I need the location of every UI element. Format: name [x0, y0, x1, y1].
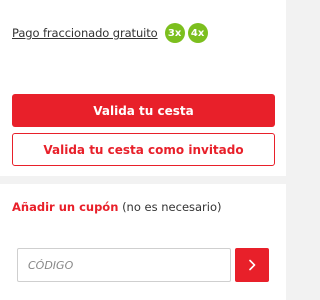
validate-cart-guest-button[interactable]: Valida tu cesta como invitado [12, 133, 275, 166]
coupon-code-input[interactable] [17, 248, 231, 282]
financing-row: Pago fraccionado gratuito 3x 4x [12, 22, 208, 44]
coupon-submit-button[interactable] [235, 248, 269, 282]
badge-4x: 4x [187, 23, 208, 43]
chevron-right-icon [247, 259, 257, 271]
coupon-title[interactable]: Añadir un cupón [12, 200, 118, 214]
financing-link[interactable]: Pago fraccionado gratuito [12, 26, 158, 40]
badge-3x: 3x [164, 23, 185, 43]
validate-cart-button[interactable]: Valida tu cesta [12, 94, 275, 127]
coupon-heading: Añadir un cupón (no es necesario) [12, 200, 222, 214]
checkout-card: Pago fraccionado gratuito 3x 4x Valida t… [0, 0, 286, 176]
coupon-card: Añadir un cupón (no es necesario) [0, 184, 286, 300]
coupon-note: (no es necesario) [122, 200, 222, 214]
